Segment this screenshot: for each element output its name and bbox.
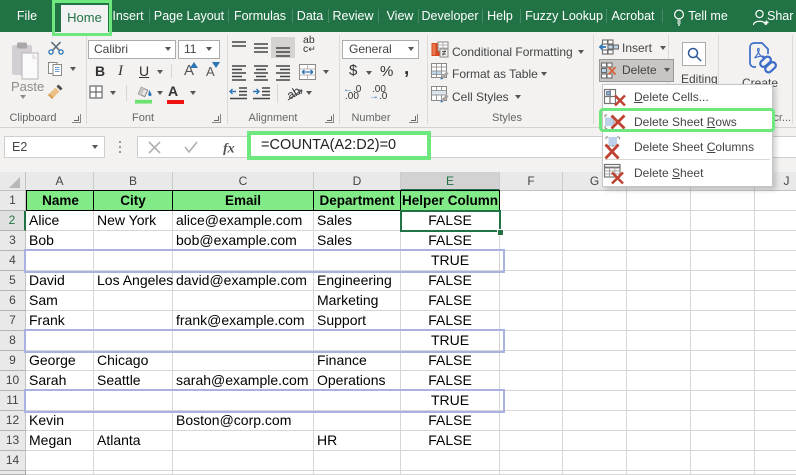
svg-text:fx: fx bbox=[223, 142, 235, 156]
